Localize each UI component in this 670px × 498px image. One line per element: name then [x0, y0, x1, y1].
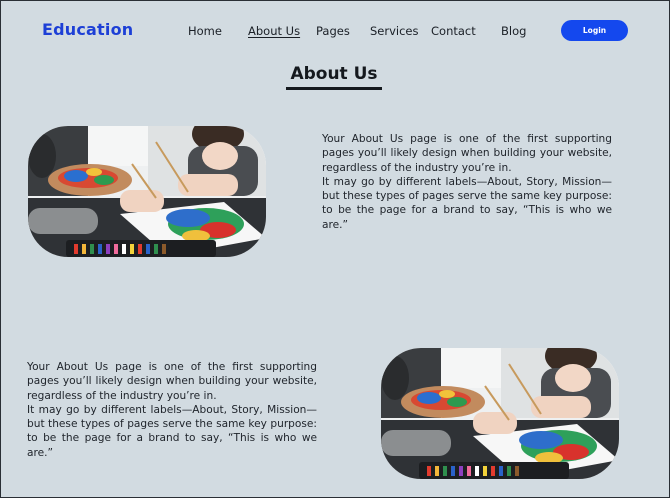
login-button[interactable]: Login: [561, 20, 628, 41]
nav-item-home[interactable]: Home: [188, 24, 222, 38]
title-underline: [286, 87, 382, 90]
nav-item-pages[interactable]: Pages: [316, 24, 350, 38]
children-painting-photo: [381, 348, 619, 479]
about-text-line: Your About Us page is one of the first s…: [27, 361, 317, 402]
about-paragraph-1: Your About Us page is one of the first s…: [322, 132, 612, 232]
page-title: About Us: [290, 64, 378, 84]
nav-item-services[interactable]: Services: [370, 24, 419, 38]
nav-item-about-us[interactable]: About Us: [248, 24, 300, 38]
about-text-line: It may go by different labels—About, Sto…: [27, 403, 317, 459]
about-text-line: Your About Us page is one of the first s…: [322, 133, 612, 174]
nav-item-contact[interactable]: Contact: [431, 24, 476, 38]
about-text-line: It may go by different labels—About, Sto…: [322, 175, 612, 231]
children-painting-photo: [28, 126, 266, 257]
about-paragraph-2: Your About Us page is one of the first s…: [27, 360, 317, 460]
nav-item-blog[interactable]: Blog: [501, 24, 526, 38]
